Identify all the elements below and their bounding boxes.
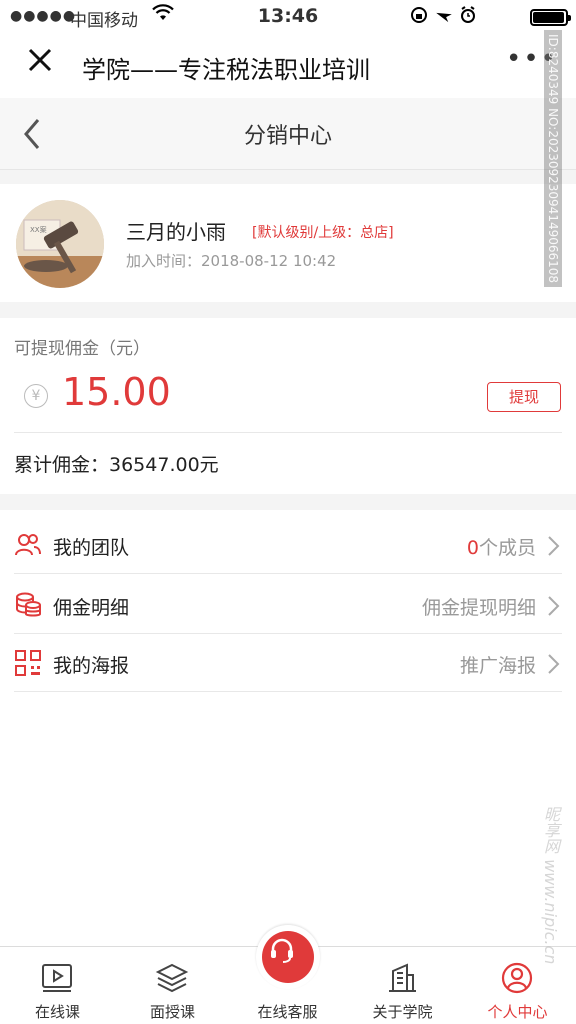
watermark-site: 昵享网 www.nipic.cn: [541, 806, 560, 965]
building-icon: [385, 961, 419, 995]
page-title: 分销中心: [243, 124, 332, 149]
tab-label: 面授课: [149, 1003, 195, 1021]
page-header: 分销中心: [0, 98, 576, 170]
join-time: 加入时间：2018-08-12 10:42: [126, 252, 337, 270]
commission-card: 可提现佣金（元） ¥ 15.00 提现 累计佣金：36547.00元: [0, 318, 576, 494]
close-icon: [28, 48, 52, 72]
menu-item-team[interactable]: 我的团队 0个成员: [0, 514, 576, 574]
withdraw-button[interactable]: 提现: [487, 382, 561, 412]
layers-icon: [155, 961, 189, 995]
tab-label: 在线客服: [257, 1003, 318, 1021]
tab-in-person-course[interactable]: 面授课: [115, 947, 230, 1024]
avatar[interactable]: XX案: [16, 200, 104, 288]
withdrawable-label: 可提现佣金（元）: [14, 339, 150, 359]
tab-online-course[interactable]: 在线课: [0, 947, 115, 1024]
chevron-right-icon: [546, 534, 562, 558]
menu-item-poster[interactable]: 我的海报 推广海报: [0, 632, 576, 692]
chevron-right-icon: [546, 652, 562, 676]
video-icon: [40, 961, 74, 995]
total-commission: 累计佣金：36547.00元: [14, 454, 219, 476]
wechat-title-bar: 学院——专注税法职业培训 •••: [0, 34, 576, 98]
customer-service-button[interactable]: [256, 925, 320, 989]
wechat-page-title: 学院——专注税法职业培训: [82, 56, 370, 84]
row-divider: [14, 691, 562, 692]
qrcode-icon: [14, 649, 42, 677]
coins-icon: [14, 591, 42, 619]
menu-item-value: 推广海报: [459, 655, 536, 677]
user-name: 三月的小雨: [126, 220, 226, 244]
close-button[interactable]: [20, 44, 60, 84]
tab-about[interactable]: 关于学院: [345, 947, 460, 1024]
svg-text:XX案: XX案: [30, 225, 47, 234]
headset-icon: [271, 938, 293, 963]
chevron-right-icon: [546, 594, 562, 618]
team-member-count: 0个成员: [466, 537, 536, 559]
bottom-tab-bar: 在线课 面授课 在线客服 关于学院 个人中心: [0, 925, 576, 1024]
battery-icon: [530, 9, 571, 26]
menu-item-label: 佣金明细: [53, 597, 130, 619]
menu-list: 我的团队 0个成员 佣金明细 佣金提现明细 我的海报 推广海报: [0, 510, 576, 946]
team-icon: [14, 531, 42, 559]
menu-item-commission-detail[interactable]: 佣金明细 佣金提现明细: [0, 574, 576, 634]
menu-item-label: 我的海报: [53, 655, 130, 677]
tab-label: 在线课: [34, 1003, 80, 1021]
clock: 13:46: [257, 5, 319, 27]
status-bar: ●●●●● 中国移动 13:46: [0, 0, 576, 34]
status-icons: [410, 6, 486, 28]
tab-label: 关于学院: [372, 1003, 433, 1021]
menu-item-value: 佣金提现明细: [421, 597, 536, 619]
watermark-id: ID:8240349 NO:20230923094149066108: [544, 30, 562, 288]
profile-card: XX案 三月的小雨 [默认级别/上级：总店] 加入时间：2018-08-12 1…: [0, 184, 576, 302]
withdrawable-amount: 15.00: [62, 370, 171, 414]
tab-label: 个人中心: [487, 1003, 548, 1021]
user-icon: [500, 961, 534, 995]
menu-item-label: 我的团队: [53, 537, 130, 559]
user-level: [默认级别/上级：总店]: [252, 225, 394, 241]
yen-icon: ¥: [24, 384, 48, 408]
divider: [14, 432, 562, 433]
